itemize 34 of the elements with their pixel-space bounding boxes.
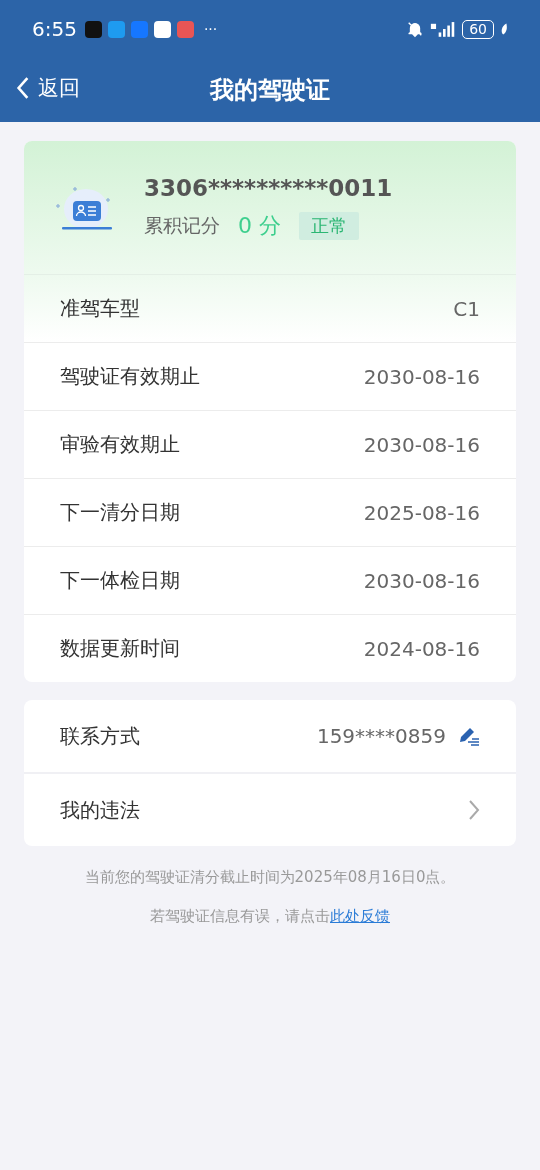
chevron-right-icon xyxy=(468,799,480,821)
leaf-icon xyxy=(500,22,508,36)
detail-label: 下一清分日期 xyxy=(60,499,180,526)
edit-icon[interactable] xyxy=(458,726,480,746)
points-label: 累积记分 xyxy=(144,212,220,238)
action-row[interactable]: 我的违法 xyxy=(24,772,516,846)
detail-value: 2030-08-16 xyxy=(363,432,480,457)
detail-label: 下一体检日期 xyxy=(60,567,180,594)
back-icon xyxy=(16,76,30,100)
status-time: 6:55 xyxy=(32,17,77,41)
deadline-note: 当前您的驾驶证清分截止时间为2025年08月16日0点。 xyxy=(83,868,457,887)
page-title: 我的驾驶证 xyxy=(210,75,330,106)
action-label: 我的违法 xyxy=(60,796,141,824)
battery-level: 60 xyxy=(462,19,494,39)
detail-value: 2025-08-16 xyxy=(363,500,480,525)
more-notifications: ··· xyxy=(203,21,218,37)
action-row[interactable]: 联系方式 159****0859 xyxy=(24,700,516,772)
feedback-link[interactable]: 此处反馈 xyxy=(330,907,390,925)
signal-icon xyxy=(430,20,457,38)
detail-value: 2030-08-16 xyxy=(363,364,480,389)
detail-label: 准驾车型 xyxy=(60,295,140,322)
action-label: 联系方式 xyxy=(60,722,141,750)
status-tag: 正常 xyxy=(299,211,359,240)
detail-value: 2024-08-16 xyxy=(363,636,480,661)
back-button[interactable]: 返回 xyxy=(16,74,80,102)
license-number: 3306**********0011 xyxy=(144,174,393,201)
detail-label: 数据更新时间 xyxy=(60,635,180,662)
detail-label: 审验有效期止 xyxy=(60,431,180,458)
points-value: 0 分 xyxy=(238,211,281,240)
feedback-note: 若驾驶证信息有误，请点击 xyxy=(150,907,330,925)
detail-label: 驾驶证有效期止 xyxy=(60,363,200,390)
detail-value: C1 xyxy=(453,296,480,321)
detail-value: 2030-08-16 xyxy=(363,568,480,593)
phone-value: 159****0859 xyxy=(316,724,446,748)
